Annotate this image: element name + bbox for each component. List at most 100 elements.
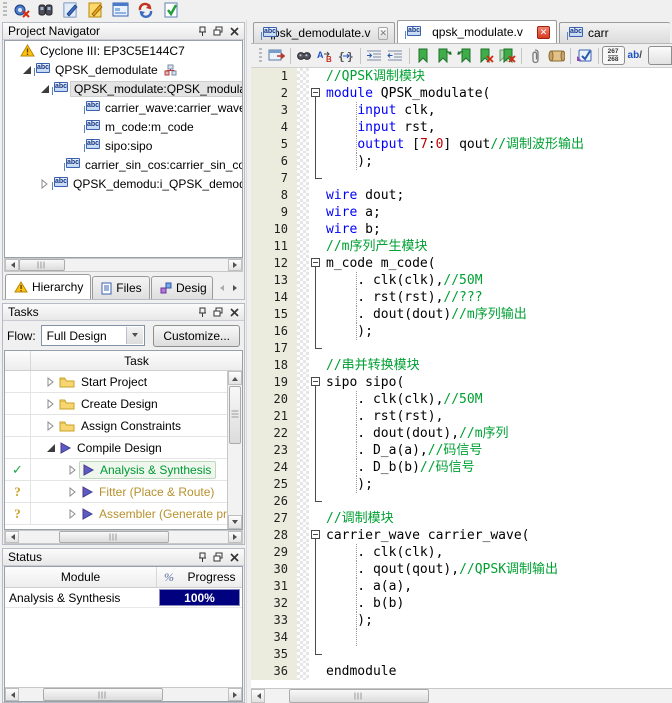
code-line[interactable]: 3 input clk, — [251, 102, 672, 119]
code-line[interactable]: 12m_code m_code( — [251, 255, 672, 272]
status-row[interactable]: Analysis & Synthesis 100% — [5, 588, 242, 608]
close-icon[interactable] — [227, 25, 241, 38]
show-whitespace-icon[interactable]: ab/ — [628, 50, 642, 61]
find-icon[interactable] — [294, 46, 315, 66]
expand-arrow-icon[interactable] — [45, 376, 57, 388]
project-tree-hscrollbar[interactable] — [4, 258, 243, 272]
template-scroll-icon[interactable] — [546, 46, 567, 66]
tree-item-sipo-sipo[interactable]: abcsipo:sipo — [5, 136, 242, 155]
pin-icon[interactable] — [195, 25, 209, 38]
scroll-thumb[interactable] — [43, 688, 163, 701]
scroll-left-icon[interactable] — [5, 531, 19, 543]
code-line[interactable]: 22 . dout(dout),//m序列 — [251, 425, 672, 442]
scroll-right-icon[interactable] — [228, 688, 242, 701]
scroll-thumb[interactable] — [229, 386, 241, 444]
task-row-assign-constraints[interactable]: Assign Constraints — [5, 415, 242, 437]
code-line[interactable]: 35 — [251, 646, 672, 663]
close-tab-icon[interactable]: ✕ — [537, 26, 550, 39]
float-icon[interactable] — [211, 306, 225, 319]
scroll-left-icon[interactable] — [5, 688, 19, 701]
tree-item-m-code-m-code[interactable]: abcm_code:m_code — [5, 117, 242, 136]
toolbar-overflow-button[interactable] — [648, 46, 672, 65]
bookmark-prev-icon[interactable] — [455, 46, 476, 66]
code-line[interactable]: 6 ); — [251, 153, 672, 170]
tree-item-cyclone-iii-ep3c5e144c7[interactable]: Cyclone III: EP3C5E144C7 — [5, 41, 242, 60]
pin-icon[interactable] — [195, 306, 209, 319]
code-line[interactable]: 1//QPSK调制模块 — [251, 68, 672, 85]
close-tab-icon[interactable]: ✕ — [378, 27, 388, 40]
tab-qpsk-demodulate[interactable]: abc qpsk_demodulate.v ✕ — [253, 22, 395, 43]
tab-design-units[interactable]: Desig — [151, 276, 213, 299]
code-line[interactable]: 33 ); — [251, 612, 672, 629]
task-row-fitter-place-route[interactable]: ?Fitter (Place & Route) — [5, 481, 242, 503]
code-line[interactable]: 26 — [251, 493, 672, 510]
code-line[interactable]: 13 . clk(clk),//50M — [251, 272, 672, 289]
assignment-check-icon[interactable] — [160, 1, 182, 19]
tree-item-qpsk-demodulate[interactable]: abcQPSK_demodulate — [5, 60, 242, 79]
code-line[interactable]: 10wire b; — [251, 221, 672, 238]
code-line[interactable]: 7 — [251, 170, 672, 187]
open-in-main-window-icon[interactable] — [266, 46, 287, 66]
code-line[interactable]: 34 — [251, 629, 672, 646]
scroll-left-icon[interactable] — [5, 259, 19, 271]
task-row-analysis-synthesis[interactable]: ✓Analysis & Synthesis — [5, 459, 242, 481]
attach-icon[interactable] — [525, 46, 546, 66]
bookmark-delete-all-icon[interactable] — [497, 46, 518, 66]
toolbar-grip[interactable] — [3, 2, 7, 18]
code-line[interactable]: 8wire dout; — [251, 187, 672, 204]
task-row-start-project[interactable]: Start Project — [5, 371, 242, 393]
scroll-right-icon[interactable] — [228, 259, 242, 271]
unindent-icon[interactable] — [385, 46, 406, 66]
code-line[interactable]: 21 . rst(rst), — [251, 408, 672, 425]
scroll-down-icon[interactable] — [228, 515, 242, 529]
line-count-badge[interactable]: 267 268 — [602, 46, 625, 65]
bookmark-next-icon[interactable] — [434, 46, 455, 66]
code-line[interactable]: 5 output [7:0] qout//调制波形输出 — [251, 136, 672, 153]
fold-collapse-icon[interactable] — [309, 85, 323, 102]
code-line[interactable]: 20 . clk(clk),//50M — [251, 391, 672, 408]
tree-item-qpsk-modulate-qpsk-modulate[interactable]: abcQPSK_modulate:QPSK_modulate — [5, 79, 242, 98]
float-icon[interactable] — [211, 25, 225, 38]
scroll-thumb[interactable] — [19, 259, 65, 271]
expand-arrow-icon[interactable] — [45, 442, 57, 454]
expand-arrow-icon[interactable] — [21, 64, 33, 76]
bookmark-delete-icon[interactable] — [476, 46, 497, 66]
expand-arrow-icon[interactable] — [39, 83, 51, 95]
task-vscrollbar[interactable] — [227, 371, 242, 529]
scroll-right-icon[interactable] — [228, 531, 242, 543]
code-line[interactable]: 17 — [251, 340, 672, 357]
replace-icon[interactable]: AB — [315, 46, 336, 66]
analyze-file-icon[interactable] — [574, 46, 595, 66]
code-line[interactable]: 25 ); — [251, 476, 672, 493]
code-line[interactable]: 18//串并转换模块 — [251, 357, 672, 374]
expand-arrow-icon[interactable] — [67, 486, 79, 498]
task-row-assembler-generate-pro[interactable]: ?Assembler (Generate pro — [5, 503, 242, 525]
fold-collapse-icon[interactable] — [309, 374, 323, 391]
tree-item-carrier-sin-cos-carrier-sin-cos[interactable]: abccarrier_sin_cos:carrier_sin_cos — [5, 155, 242, 174]
expand-arrow-icon[interactable] — [39, 178, 51, 190]
tech-map-viewer-icon[interactable] — [110, 1, 132, 19]
code-line[interactable]: 16 ); — [251, 323, 672, 340]
fold-collapse-icon[interactable] — [309, 527, 323, 544]
indent-icon[interactable] — [364, 46, 385, 66]
code-line[interactable]: 29 . clk(clk), — [251, 544, 672, 561]
task-row-create-design[interactable]: Create Design — [5, 393, 242, 415]
editor-hscrollbar[interactable] — [251, 688, 672, 703]
code-line[interactable]: 19sipo sipo( — [251, 374, 672, 391]
code-line[interactable]: 27//调制模块 — [251, 510, 672, 527]
code-line[interactable]: 28carrier_wave carrier_wave( — [251, 527, 672, 544]
flow-select[interactable]: Full Design — [41, 325, 146, 346]
scroll-left-icon[interactable] — [251, 689, 265, 703]
tab-hierarchy[interactable]: Hierarchy — [5, 274, 91, 299]
expand-arrow-icon[interactable] — [45, 420, 57, 432]
close-icon[interactable] — [227, 551, 241, 564]
code-line[interactable]: 23 . D_a(a),//码信号 — [251, 442, 672, 459]
tab-scroll-right-icon[interactable] — [228, 278, 242, 298]
status-hscrollbar[interactable] — [5, 687, 242, 701]
float-icon[interactable] — [211, 551, 225, 564]
scroll-thumb[interactable] — [59, 531, 169, 543]
scroll-thumb[interactable] — [289, 689, 429, 703]
scroll-up-icon[interactable] — [228, 371, 242, 385]
toolbar-grip[interactable] — [259, 48, 262, 64]
tab-qpsk-modulate[interactable]: abc qpsk_modulate.v ✕ — [397, 20, 557, 43]
